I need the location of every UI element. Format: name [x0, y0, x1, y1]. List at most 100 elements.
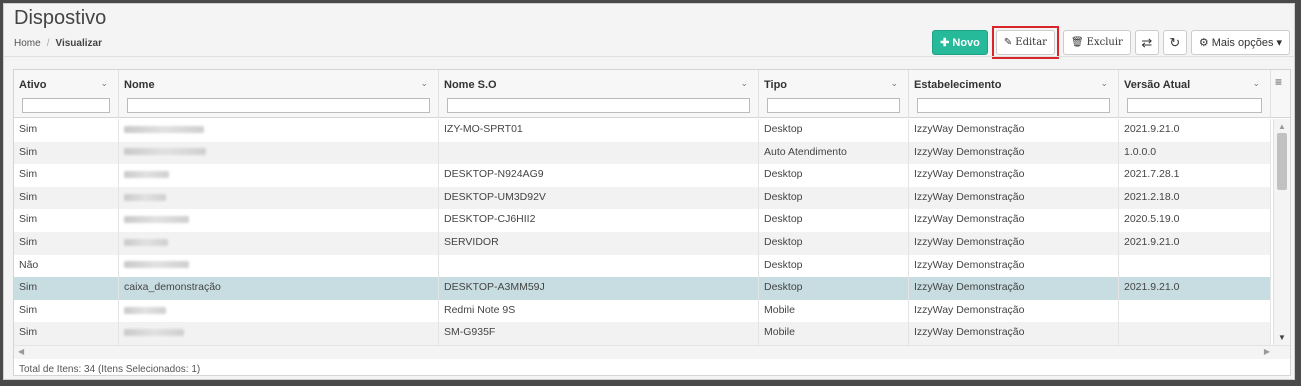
- caret-down-icon: ▾: [1276, 37, 1282, 49]
- cell-ativo: Sim: [14, 232, 119, 255]
- trash-icon: 🗑: [1070, 37, 1084, 48]
- cell-nome-so: DESKTOP-CJ6HII2: [439, 209, 759, 232]
- redacted-name: [124, 306, 166, 314]
- redacted-name: [124, 216, 189, 224]
- cell-ativo: Sim: [14, 277, 119, 300]
- table-row[interactable]: Sim Auto Atendimento IzzyWay Demonstração 1…: [14, 141, 1271, 165]
- column-header-tipo[interactable]: Tipo ⌄: [759, 70, 909, 118]
- cell-nome: [119, 141, 439, 165]
- cell-nome-so: [439, 254, 759, 278]
- redacted-name: [124, 148, 206, 156]
- cell-estabelecimento: IzzyWay Demonstração: [909, 277, 1119, 300]
- scroll-right-icon[interactable]: ▶: [1264, 347, 1270, 356]
- novo-button[interactable]: ✚ Novo: [932, 30, 988, 55]
- filter-ativo-input[interactable]: [22, 98, 110, 113]
- refresh-button[interactable]: ↻: [1162, 30, 1187, 55]
- chevron-down-icon[interactable]: ⌄: [740, 78, 748, 89]
- sync-icon: ⇄: [1141, 34, 1153, 50]
- cell-tipo: Desktop: [759, 254, 909, 278]
- cell-versao-atual: [1119, 299, 1271, 323]
- cell-estabelecimento: IzzyWay Demonstração: [909, 299, 1119, 323]
- cell-estabelecimento: IzzyWay Demonstração: [909, 209, 1119, 232]
- cell-estabelecimento: IzzyWay Demonstração: [909, 322, 1119, 345]
- column-header-ativo[interactable]: Ativo ⌄: [14, 70, 119, 118]
- chevron-down-icon[interactable]: ⌄: [420, 78, 428, 89]
- filter-nome-input[interactable]: [127, 98, 430, 113]
- table-row[interactable]: Sim Redmi Note 9S Mobile IzzyWay Demonstraç…: [14, 299, 1271, 323]
- header-divider: [4, 56, 1294, 57]
- column-header-estabelecimento[interactable]: Estabelecimento ⌄: [909, 70, 1119, 118]
- redacted-name: [124, 193, 166, 201]
- toolbar: ✚ Novo ✎ Editar 🗑 Excluir ⇄ ↻ ⚙ Mais opç…: [932, 26, 1290, 59]
- chevron-down-icon[interactable]: ⌄: [1100, 78, 1108, 89]
- sync-button[interactable]: ⇄: [1134, 30, 1159, 55]
- table-row[interactable]: Sim DESKTOP-CJ6HII2 Desktop IzzyWay Demonst…: [14, 209, 1271, 232]
- cell-nome-so: IZY-MO-SPRT01: [439, 119, 759, 142]
- excluir-button[interactable]: 🗑 Excluir: [1062, 30, 1131, 55]
- table-row[interactable]: Sim DESKTOP-N924AG9 Desktop IzzyWay Demonst…: [14, 164, 1271, 187]
- chevron-down-icon[interactable]: ⌄: [890, 78, 898, 89]
- table-row[interactable]: Não Desktop IzzyWay Demonstração: [14, 254, 1271, 278]
- chevron-down-icon[interactable]: ⌄: [1252, 78, 1260, 89]
- cell-versao-atual: 2020.5.19.0: [1119, 209, 1271, 232]
- column-label: Nome S.O: [444, 79, 497, 91]
- cell-tipo: Mobile: [759, 322, 909, 345]
- column-header-versao-atual[interactable]: Versão Atual ⌄: [1119, 70, 1271, 118]
- scroll-down-icon[interactable]: ▼: [1278, 333, 1286, 342]
- table-row[interactable]: Sim caixa_demonstração DESKTOP-A3MM59J Desk…: [14, 277, 1271, 300]
- horizontal-scrollbar[interactable]: ◀ ▶: [14, 345, 1290, 359]
- cell-versao-atual: [1119, 322, 1271, 345]
- grid-header: Ativo ⌄ Nome ⌄ Nome S.O ⌄ Tipo ⌄ Estabel…: [14, 70, 1290, 118]
- table-row[interactable]: Sim SERVIDOR Desktop IzzyWay Demonstração 20…: [14, 232, 1271, 255]
- filter-versao-input[interactable]: [1127, 98, 1262, 113]
- scroll-left-icon[interactable]: ◀: [18, 347, 24, 356]
- mais-opcoes-button[interactable]: ⚙ Mais opções ▾: [1190, 30, 1290, 55]
- editar-label: Editar: [1015, 37, 1047, 48]
- novo-label: Novo: [952, 36, 980, 49]
- table-row[interactable]: Sim DESKTOP-UM3D92V Desktop IzzyWay Demonst…: [14, 186, 1271, 210]
- main-panel: Dispostivo Home / Visualizar ✚ Novo ✎ Edit…: [3, 3, 1295, 380]
- breadcrumb: Home / Visualizar: [14, 38, 102, 49]
- grid-menu-button[interactable]: ≡: [1271, 70, 1290, 118]
- cell-nome: caixa_demonstração: [119, 277, 439, 300]
- mais-opcoes-label: Mais opções: [1211, 36, 1274, 49]
- breadcrumb-home[interactable]: Home: [14, 38, 41, 49]
- breadcrumb-separator: /: [46, 38, 50, 49]
- cell-nome-so: [439, 141, 759, 165]
- filter-nome-so-input[interactable]: [447, 98, 750, 113]
- cell-ativo: Sim: [14, 186, 119, 210]
- filter-tipo-input[interactable]: [767, 98, 900, 113]
- cell-versao-atual: 2021.9.21.0: [1119, 119, 1271, 142]
- editar-highlight: ✎ Editar: [991, 26, 1059, 59]
- column-label: Tipo: [764, 79, 788, 91]
- vertical-scrollbar[interactable]: ▲ ▼: [1273, 119, 1290, 345]
- cell-nome: [119, 299, 439, 323]
- cell-estabelecimento: IzzyWay Demonstração: [909, 186, 1119, 210]
- editar-button[interactable]: ✎ Editar: [995, 30, 1055, 55]
- cell-ativo: Sim: [14, 141, 119, 165]
- cell-nome: [119, 186, 439, 210]
- cell-ativo: Sim: [14, 164, 119, 187]
- scroll-thumb[interactable]: [1277, 133, 1287, 190]
- breadcrumb-current: Visualizar: [55, 38, 102, 49]
- column-header-nome[interactable]: Nome ⌄: [119, 70, 439, 118]
- chevron-down-icon[interactable]: ⌄: [100, 78, 108, 89]
- table-row[interactable]: Sim IZY-MO-SPRT01 Desktop IzzyWay Demonstra…: [14, 119, 1271, 142]
- redacted-name: [124, 261, 189, 269]
- cell-tipo: Desktop: [759, 186, 909, 210]
- column-header-nome-so[interactable]: Nome S.O ⌄: [439, 70, 759, 118]
- redacted-name: [124, 170, 169, 178]
- scroll-up-icon[interactable]: ▲: [1278, 122, 1286, 131]
- redacted-name: [124, 125, 204, 133]
- column-label: Versão Atual: [1124, 79, 1191, 91]
- page-title: Dispostivo: [14, 7, 107, 29]
- cell-nome: [119, 119, 439, 142]
- cell-tipo: Desktop: [759, 277, 909, 300]
- cell-versao-atual: 2021.9.21.0: [1119, 277, 1271, 300]
- cell-tipo: Desktop: [759, 119, 909, 142]
- filter-estabelecimento-input[interactable]: [917, 98, 1110, 113]
- cell-nome: [119, 254, 439, 278]
- column-label: Ativo: [19, 79, 47, 91]
- data-grid: Ativo ⌄ Nome ⌄ Nome S.O ⌄ Tipo ⌄ Estabel…: [13, 69, 1291, 376]
- table-row[interactable]: Sim SM-G935F Mobile IzzyWay Demonstração: [14, 322, 1271, 345]
